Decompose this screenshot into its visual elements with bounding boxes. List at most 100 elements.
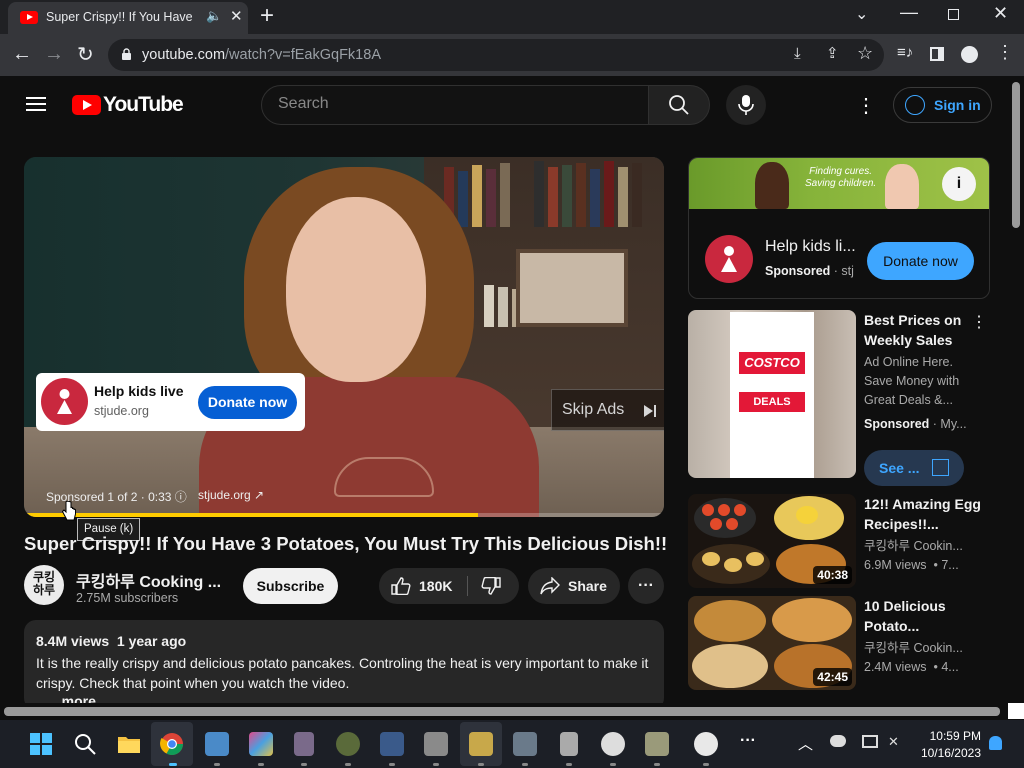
sign-in-button[interactable]: Sign in [893,87,992,123]
scanner-app-icon[interactable] [513,732,537,756]
scrollbar-corner [1008,703,1024,719]
new-tab-icon[interactable]: + [260,2,274,30]
ad-info-icon[interactable]: ⓘ [175,490,187,504]
tray-overflow-chevron-icon[interactable]: ︿ [798,733,813,754]
file-explorer-icon[interactable] [117,732,141,756]
guide-menu-icon[interactable] [26,97,46,111]
video-channel[interactable]: 쿠킹하루 Cookin... [864,639,974,658]
sidebar-ad-title[interactable]: Help kids li... [765,238,856,256]
share-button[interactable]: Share [528,568,620,604]
install-app-icon[interactable]: ⤓ [794,45,801,62]
browser-tab-strip: Super Crispy!! If You Have 3 Potatoes 🔈 … [0,0,1024,34]
youtube-logo-icon[interactable] [72,95,101,115]
video-thumbnail[interactable]: 40:38 [688,494,856,588]
see-more-button[interactable]: See ... [864,450,964,486]
in-video-ad-card[interactable]: Help kids live stjude.org Donate now [36,373,305,431]
windows-taskbar: ··· ︿ ✕ 10:59 PM 10/16/2023 [0,720,1024,768]
sidebar-donate-button[interactable]: Donate now [867,242,974,280]
clock-time[interactable]: 10:59 PM [925,729,981,743]
paint-app-icon[interactable] [249,732,273,756]
search-box[interactable] [261,85,649,125]
media-app-icon[interactable] [336,732,360,756]
costco-logo: COSTCO [739,352,805,374]
skip-ads-button[interactable]: Skip Ads [551,389,664,431]
url-text[interactable]: youtube.com/watch?v=fEakGqFk18A [142,47,381,63]
more-apps-icon[interactable]: ··· [740,732,756,750]
address-bar[interactable]: youtube.com/watch?v=fEakGqFk18A ⤓ ⇪ ☆ [108,39,884,71]
minimize-window-icon[interactable]: — [900,2,918,23]
sidebar-promoted-item[interactable]: COSTCO DEALS Best Prices on Weekly Sales… [688,310,990,490]
search-input[interactable] [278,95,628,113]
video-player[interactable]: Help kids live stjude.org Donate now Ski… [24,157,664,517]
chrome-menu-icon[interactable]: ⋮ [996,42,1014,63]
more-options-icon[interactable]: ⋮ [971,312,987,332]
promoted-thumbnail[interactable]: COSTCO DEALS [688,310,856,478]
channel-avatar[interactable]: 쿠킹 하루 [24,565,64,605]
reload-icon[interactable]: ↻ [77,42,94,67]
thumbs-down-icon[interactable] [481,577,501,595]
search-icon[interactable] [73,732,97,756]
description-box[interactable]: 8.4M views 1 year ago It is the really c… [24,620,664,710]
ad-info-icon[interactable]: i [942,167,976,201]
network-icon[interactable] [862,735,878,748]
notification-bell-icon[interactable] [989,736,1002,750]
more-actions-button[interactable]: ··· [628,568,664,604]
media-controls-icon[interactable]: ≡♪ [897,44,913,61]
video-frame-photo [516,249,628,327]
ad-card-domain: stjude.org [94,404,149,418]
app-running-indicator [345,763,351,766]
promoted-title[interactable]: Best Prices on Weekly Sales [864,310,984,350]
bookmark-star-icon[interactable]: ☆ [857,43,873,64]
speaker-icon[interactable]: 🔈 [206,8,222,24]
search-button[interactable] [648,85,710,125]
tools-app-icon[interactable] [645,732,669,756]
chrome-icon[interactable] [160,732,184,756]
forward-arrow-icon[interactable]: → [44,43,64,66]
close-window-icon[interactable]: ✕ [993,3,1008,24]
ad-progress-bar[interactable] [24,513,664,517]
video-title[interactable]: 12!! Amazing Egg Recipes!!... [864,494,984,534]
volume-muted-icon[interactable]: ✕ [888,734,899,750]
close-tab-icon[interactable]: ✕ [230,7,243,25]
back-arrow-icon[interactable]: ← [12,43,32,66]
video-title[interactable]: 10 Delicious Potato... [864,596,984,636]
tab-search-chevron-icon[interactable]: ⌄ [855,4,868,24]
clock-app-icon[interactable] [601,732,625,756]
youtube-logo-text[interactable]: YouTube [103,93,184,117]
browser-tab[interactable]: Super Crispy!! If You Have 3 Potatoes 🔈 … [8,2,248,34]
printer-app-icon[interactable] [424,732,448,756]
windows-start-icon[interactable] [29,732,53,756]
lock-icon[interactable] [122,48,131,60]
profile-avatar-icon[interactable] [961,46,978,63]
ad-domain-link[interactable]: stjude.org ↗ [198,488,264,502]
subscribe-button[interactable]: Subscribe [243,568,338,604]
sponsored-advertiser: · My... [929,417,967,431]
recommended-video[interactable]: 40:38 12!! Amazing Egg Recipes!!... 쿠킹하루… [688,494,990,590]
control-panel-icon[interactable] [205,732,229,756]
device-app-icon[interactable] [294,732,314,756]
like-count[interactable]: 180K [419,578,452,594]
restore-window-icon[interactable] [948,9,959,20]
ad-banner-image[interactable]: Finding cures. Saving children. i [689,158,989,209]
network-app-icon[interactable] [380,732,404,756]
sponsored-label: Sponsored [864,417,930,431]
settings-more-icon[interactable]: ⋮ [856,93,876,118]
clock-date[interactable]: 10/16/2023 [912,746,981,760]
vertical-scrollbar-thumb[interactable] [1012,82,1020,228]
video-channel[interactable]: 쿠킹하루 Cookin... [864,537,974,556]
sidebar-ad-card[interactable]: Finding cures. Saving children. i Help k… [688,157,990,299]
clock-widget-icon[interactable] [694,732,718,756]
recommended-video[interactable]: 42:45 10 Delicious Potato... 쿠킹하루 Cookin… [688,596,990,692]
channel-name[interactable]: 쿠킹하루 Cooking ... [76,568,221,592]
ad-donate-button[interactable]: Donate now [198,386,297,419]
document-lock-app-icon[interactable] [560,732,578,756]
video-thumbnail[interactable]: 42:45 [688,596,856,690]
onedrive-cloud-icon[interactable] [830,735,846,747]
horizontal-scrollbar-thumb[interactable] [4,707,1000,716]
share-page-icon[interactable]: ⇪ [826,44,839,62]
voice-search-button[interactable] [726,85,766,125]
video-frame-shirt-logo [334,457,434,497]
side-panel-icon[interactable] [930,47,944,61]
notebook-app-icon[interactable] [469,732,493,756]
thumbs-up-icon[interactable] [391,577,411,595]
